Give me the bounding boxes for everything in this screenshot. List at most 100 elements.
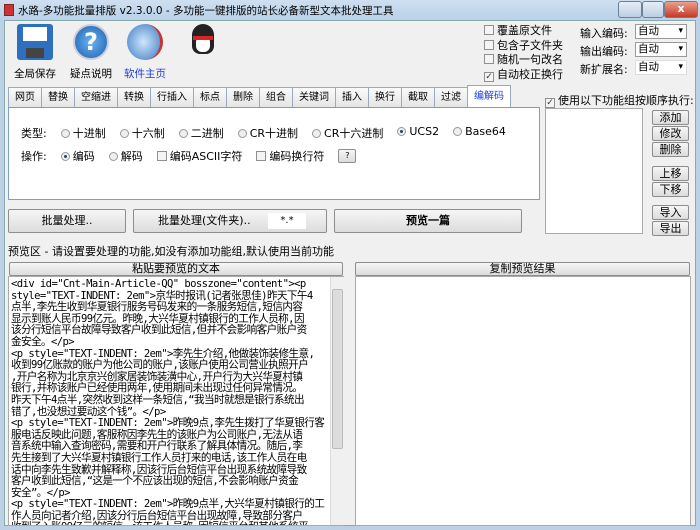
title-bar: 水路-多功能批量排版 v2.3.0.0 - 多功能一键排版的站长必备新型文本批处… (0, 0, 700, 20)
preview-one-button[interactable]: 预览一篇 (334, 209, 522, 233)
input-encoding-select[interactable]: 自动 (635, 24, 687, 39)
type-radio-5[interactable]: UCS2 (397, 125, 439, 141)
text-line: 金安全。</p> (11, 335, 75, 348)
text-line: 客户收到此短信,“这是一个不应该出现的短信,不会影响账户资金 (11, 475, 299, 488)
label: 包含子文件夹 (497, 38, 563, 52)
save-all-button[interactable]: 全局保存 (4, 24, 66, 81)
tab-6[interactable]: 删除 (226, 87, 260, 107)
radio-encode[interactable]: 编码 (60, 148, 95, 164)
move-down-button[interactable]: 下移 (652, 182, 689, 197)
tab-13[interactable]: 编解码 (467, 85, 511, 107)
operation-row: 操作: 编码 解码 编码ASCII字符 编码换行符 ? (21, 148, 357, 164)
preview-hint: 预览区 - 请设置要处理的功能,如没有添加功能组,默认使用当前功能 (8, 245, 334, 258)
batch-process-button[interactable]: 批量处理.. (8, 209, 126, 233)
tab-3[interactable]: 转换 (117, 87, 151, 107)
window-title: 水路-多功能批量排版 v2.3.0.0 - 多功能一键排版的站长必备新型文本批处… (18, 5, 394, 17)
source-text-area[interactable]: <div id="Cnt-Main-Article-QQ" bosszone="… (8, 276, 344, 526)
input-encoding-label: 输入编码: (580, 27, 628, 40)
text-line: 收到99亿账款的账户为他公司的账户,该账户使用公司营业执照开户 (11, 359, 309, 372)
type-radio-6[interactable]: Base64 (453, 125, 506, 141)
output-encoding-select[interactable]: 自动 (635, 42, 687, 57)
text-line: 昨天下午4点半,突然收到这样一条短信,“我当时就想是银行系统出 (11, 393, 305, 406)
tab-10[interactable]: 换行 (368, 87, 402, 107)
type-radio-1[interactable]: 十六制 (119, 125, 165, 141)
label: 随机一句改名 (497, 53, 563, 66)
tab-8[interactable]: 关键词 (292, 87, 336, 107)
label: 使用以下功能组按顺序执行: (558, 94, 694, 107)
type-row: 类型: 十进制 十六制 二进制 CR十进制 CR十六进制 UCS2 Base64 (21, 125, 506, 141)
globe-icon (127, 24, 163, 60)
homepage-label: 软件主页 (124, 68, 166, 80)
label: 编码ASCII字符 (169, 150, 243, 163)
encode-newline-checkbox[interactable]: 编码换行符 (256, 148, 324, 164)
auto-fix-newline-checkbox[interactable]: ✓ 自动校正换行 (484, 68, 563, 83)
tab-panel-codec: 类型: 十进制 十六制 二进制 CR十进制 CR十六进制 UCS2 Base64 操作: 编… (8, 107, 540, 200)
overwrite-checkbox[interactable]: 覆盖原文件 (484, 24, 563, 39)
text-line: 先生接到了大兴华夏村镇银行工作人员打来的电话,该工作人员在电 (11, 451, 307, 464)
label: CR十进制 (249, 127, 299, 140)
save-icon (17, 24, 53, 60)
tab-0[interactable]: 网页 (8, 87, 42, 107)
label: UCS2 (409, 125, 440, 138)
text-line: <div id="Cnt-Main-Article-QQ" bosszone="… (11, 278, 306, 290)
tab-5[interactable]: 标点 (193, 87, 227, 107)
include-subfolders-checkbox[interactable]: 包含子文件夹 (484, 39, 563, 54)
tab-4[interactable]: 行插入 (150, 87, 194, 107)
use-groups-checkbox[interactable]: ✓ 使用以下功能组按顺序执行: (545, 92, 694, 108)
help-icon: ? (73, 24, 109, 60)
label: 自动校正换行 (497, 67, 563, 81)
homepage-link[interactable]: 软件主页 (114, 24, 176, 81)
label: 覆盖原文件 (497, 24, 552, 37)
output-encoding-label: 输出编码: (580, 45, 628, 58)
label: Base64 (465, 125, 506, 138)
options-checkboxes: 覆盖原文件 包含子文件夹 随机一句改名 ✓ 自动校正换行 (484, 24, 563, 82)
new-extension-label: 新扩展名: (580, 63, 628, 76)
tab-bar: 网页 替换 空缩进 转换 行插入 标点 删除 组合 关键词 插入 换行 截取 过滤 编解码 (8, 85, 511, 107)
type-radio-3[interactable]: CR十进制 (237, 125, 299, 141)
tab-1[interactable]: 替换 (41, 87, 75, 107)
radio-decode[interactable]: 解码 (108, 148, 143, 164)
tab-2[interactable]: 空缩进 (74, 87, 118, 107)
import-button[interactable]: 导入 (652, 205, 689, 220)
codec-help-button[interactable]: ? (338, 149, 357, 163)
label: 二进制 (190, 127, 224, 140)
type-radio-2[interactable]: 二进制 (178, 125, 224, 141)
new-extension-select[interactable]: 自动 (635, 60, 687, 75)
maximize-button[interactable] (642, 1, 664, 18)
export-button[interactable]: 导出 (652, 221, 689, 236)
help-button[interactable]: ? 疑点说明 (60, 24, 122, 81)
move-up-button[interactable]: 上移 (652, 166, 689, 181)
type-label: 类型: (21, 127, 47, 140)
app-icon (4, 4, 14, 16)
paste-text-header[interactable]: 粘贴要预览的文本 (9, 262, 343, 276)
close-button[interactable]: x (664, 1, 698, 18)
help-label: 疑点说明 (70, 68, 112, 80)
random-rename-checkbox[interactable]: 随机一句改名 (484, 53, 563, 68)
tab-9[interactable]: 插入 (335, 87, 369, 107)
function-group-list[interactable] (545, 108, 643, 234)
tab-12[interactable]: 过滤 (434, 87, 468, 107)
source-scrollbar[interactable] (330, 277, 344, 525)
copy-result-header[interactable]: 复制预览结果 (355, 262, 690, 276)
type-radio-0[interactable]: 十进制 (60, 125, 106, 141)
label: 编码换行符 (269, 150, 325, 163)
tab-7[interactable]: 组合 (259, 87, 293, 107)
label: 批量处理(文件夹).. (158, 214, 251, 227)
file-filter-input[interactable]: *.* (268, 213, 306, 229)
add-group-button[interactable]: 添加 (652, 110, 689, 125)
qq-penguin-icon[interactable] (188, 24, 218, 60)
tab-11[interactable]: 截取 (401, 87, 435, 107)
label: 解码 (120, 150, 143, 163)
type-radio-4[interactable]: CR十六进制 (312, 125, 383, 141)
save-all-label: 全局保存 (14, 68, 56, 80)
result-text-area[interactable] (355, 276, 691, 526)
label: 十六制 (131, 127, 165, 140)
minimize-button[interactable] (618, 1, 642, 18)
encode-ascii-checkbox[interactable]: 编码ASCII字符 (156, 148, 243, 164)
label: 十进制 (72, 127, 106, 140)
text-line: <p style="TEXT-INDENT: 2em">昨晚9点,李先生拨打了华… (11, 417, 325, 430)
text-line: 收到了入账99亿元的短信。该工作人员称,因短信平台和其他系统平 (11, 522, 343, 525)
edit-group-button[interactable]: 修改 (652, 126, 689, 141)
operation-label: 操作: (21, 150, 47, 163)
delete-group-button[interactable]: 删除 (652, 142, 689, 157)
